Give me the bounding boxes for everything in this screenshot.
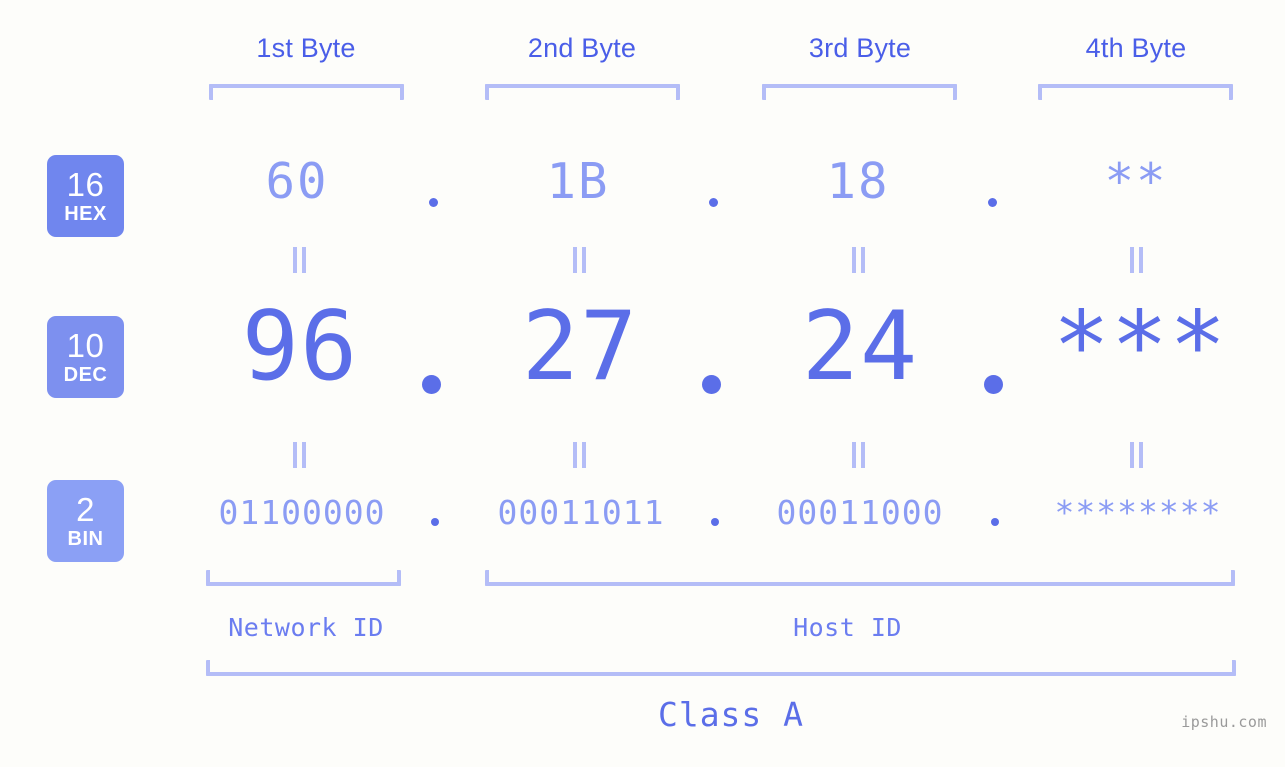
dec-byte-3: 24 xyxy=(801,292,919,402)
equality-mark-lower-4 xyxy=(1130,442,1144,468)
base-badge-hex-number: 16 xyxy=(66,166,105,203)
byte-bracket-3 xyxy=(762,84,957,100)
class-bracket xyxy=(206,660,1236,676)
ip-byte-breakdown-diagram: 1st Byte 2nd Byte 3rd Byte 4th Byte 16 H… xyxy=(0,0,1285,767)
base-badge-hex-abbr: HEX xyxy=(64,203,107,225)
equality-mark-upper-3 xyxy=(852,247,866,273)
byte-bracket-4 xyxy=(1038,84,1233,100)
site-watermark: ipshu.com xyxy=(1181,713,1267,731)
bin-byte-4: ******** xyxy=(1054,493,1222,532)
base-badge-bin-number: 2 xyxy=(76,491,95,528)
byte-bracket-1 xyxy=(209,84,404,100)
dec-separator-dot-3 xyxy=(984,375,1003,394)
dec-separator-dot-1 xyxy=(422,375,441,394)
base-badge-dec-number: 10 xyxy=(66,327,105,364)
equality-mark-lower-2 xyxy=(573,442,587,468)
hex-separator-dot-3 xyxy=(988,198,997,207)
base-badge-bin: 2 BIN xyxy=(47,480,124,562)
equality-mark-lower-1 xyxy=(293,442,307,468)
hex-byte-1: 60 xyxy=(265,153,329,210)
hex-byte-3: 18 xyxy=(826,153,890,210)
byte-header-4: 4th Byte xyxy=(1085,33,1187,63)
hex-separator-dot-1 xyxy=(429,198,438,207)
base-badge-dec: 10 DEC xyxy=(47,316,124,398)
dec-byte-1: 96 xyxy=(241,292,359,402)
dec-separator-dot-2 xyxy=(702,375,721,394)
byte-header-2: 2nd Byte xyxy=(527,33,637,63)
hex-byte-2: 1B xyxy=(546,153,610,210)
dec-byte-2: 27 xyxy=(521,292,639,402)
bin-separator-dot-1 xyxy=(431,518,439,526)
byte-bracket-2 xyxy=(485,84,680,100)
hex-separator-dot-2 xyxy=(709,198,718,207)
base-badge-dec-abbr: DEC xyxy=(63,364,108,386)
host-id-label: Host ID xyxy=(793,613,902,642)
class-label: Class A xyxy=(657,695,805,734)
network-id-label: Network ID xyxy=(228,613,384,642)
bin-byte-2: 00011011 xyxy=(497,493,665,532)
equality-mark-upper-2 xyxy=(573,247,587,273)
bin-separator-dot-2 xyxy=(711,518,719,526)
network-id-bracket xyxy=(206,570,401,586)
byte-header-1: 1st Byte xyxy=(256,33,356,63)
equality-mark-upper-1 xyxy=(293,247,307,273)
base-badge-bin-abbr: BIN xyxy=(67,528,104,550)
base-badge-hex: 16 HEX xyxy=(47,155,124,237)
bin-separator-dot-3 xyxy=(991,518,999,526)
bin-byte-1: 01100000 xyxy=(218,493,386,532)
host-id-bracket xyxy=(485,570,1235,586)
byte-header-3: 3rd Byte xyxy=(808,33,912,63)
equality-mark-upper-4 xyxy=(1130,247,1144,273)
equality-mark-lower-3 xyxy=(852,442,866,468)
dec-byte-4: *** xyxy=(1052,292,1228,402)
bin-byte-3: 00011000 xyxy=(776,493,944,532)
hex-byte-4: ** xyxy=(1104,153,1168,210)
